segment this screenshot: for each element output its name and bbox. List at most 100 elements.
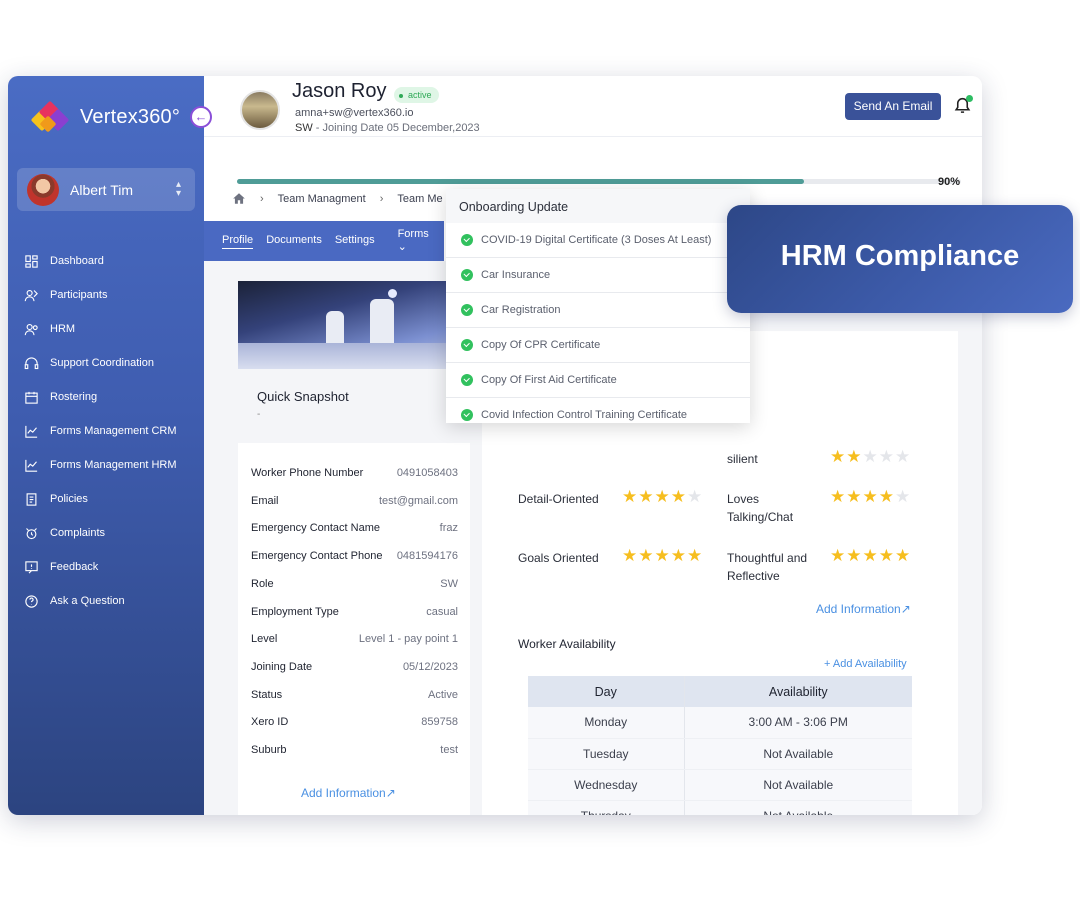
sidebar: Vertex360° Albert Tim ▴ ▾ Dashboard Partic… — [8, 76, 204, 815]
info-value: test@gmail.com — [378, 494, 458, 507]
info-key: Worker Phone Number — [251, 467, 364, 479]
star-icon[interactable]: ★ — [655, 546, 671, 565]
user-switcher[interactable]: Albert Tim ▴ ▾ — [17, 168, 195, 211]
info-value: 0491058403 — [396, 467, 458, 479]
star-icon[interactable]: ★ — [895, 487, 911, 506]
availability-cell: Not Available — [684, 769, 912, 801]
sidebar-item-feedback[interactable]: Feedback — [23, 550, 177, 584]
star-icon[interactable]: ★ — [895, 447, 911, 466]
star-icon[interactable]: ★ — [879, 487, 895, 506]
trait-label-line: Reflective — [727, 569, 780, 583]
sidebar-item-label: Participants — [50, 289, 108, 301]
star-icon[interactable]: ★ — [863, 447, 879, 466]
tab-documents[interactable]: Documents — [266, 234, 322, 248]
dropdown-title: Onboarding Update — [446, 189, 750, 223]
sidebar-item-rostering[interactable]: Rostering — [23, 380, 177, 414]
sidebar-item-ask-a-question[interactable]: Ask a Question — [23, 584, 177, 618]
star-icon[interactable]: ★ — [846, 546, 862, 565]
sidebar-item-policies[interactable]: Policies — [23, 482, 177, 516]
sidebar-item-dashboard[interactable]: Dashboard — [23, 244, 177, 278]
add-availability-button[interactable]: + Add Availability — [824, 658, 907, 670]
star-icon[interactable]: ★ — [879, 546, 895, 565]
info-key: Suburb — [251, 744, 287, 756]
sidebar-item-label: Dashboard — [50, 255, 104, 267]
star-icon[interactable]: ★ — [895, 546, 911, 565]
day-cell: Thursday — [528, 800, 685, 815]
info-row: Status Active — [251, 689, 458, 709]
tab-settings[interactable]: Settings — [335, 234, 375, 248]
star-icon[interactable]: ★ — [830, 546, 846, 565]
star-icon[interactable]: ★ — [863, 487, 879, 506]
tab-forms[interactable]: Forms ⌄ — [398, 228, 431, 255]
sidebar-item-label: Forms Management HRM — [50, 459, 177, 471]
availability-cell: Not Available — [684, 738, 912, 770]
sidebar-item-label: HRM — [50, 323, 76, 335]
onboarding-item-label: Car Registration — [481, 304, 561, 316]
sidebar-item-forms-management-crm[interactable]: Forms Management CRM — [23, 414, 177, 448]
sidebar-item-participants[interactable]: Participants — [23, 278, 177, 312]
star-icon[interactable]: ★ — [846, 487, 862, 506]
snapshot-header: Quick Snapshot - — [238, 369, 470, 443]
star-icon[interactable]: ★ — [638, 487, 654, 506]
calendar-icon — [23, 389, 40, 406]
notification-bell-icon[interactable] — [953, 95, 973, 117]
trait-label-line: Thoughtful and — [727, 551, 808, 565]
tab-profile[interactable]: Profile — [222, 234, 254, 249]
onboarding-item[interactable]: Car Registration — [446, 293, 750, 328]
onboarding-item-label: COVID-19 Digital Certificate (3 Doses At… — [481, 234, 712, 246]
user-name: Albert Tim — [70, 181, 134, 198]
feedback-icon — [23, 559, 40, 576]
info-value: Active — [428, 688, 458, 701]
info-value: fraz — [439, 522, 458, 535]
info-key: Xero ID — [251, 716, 289, 729]
sidebar-item-label: Complaints — [50, 527, 106, 539]
check-circle-icon — [461, 304, 473, 316]
onboarding-item[interactable]: Copy Of First Aid Certificate — [446, 363, 750, 398]
info-row: Email test@gmail.com — [251, 495, 458, 515]
star-icon[interactable]: ★ — [863, 546, 879, 565]
info-key: Emergency Contact Name — [251, 522, 380, 535]
onboarding-item[interactable]: Copy Of CPR Certificate — [446, 328, 750, 363]
column-header: Availability — [684, 676, 912, 707]
onboarding-item-label: Covid Infection Control Training Certifi… — [481, 409, 688, 421]
info-row: Joining Date 05/12/2023 — [251, 661, 458, 681]
onboarding-item[interactable]: Car Insurance — [446, 258, 750, 293]
star-icon[interactable]: ★ — [879, 447, 895, 466]
collapse-sidebar-button[interactable]: ← — [190, 106, 212, 128]
star-icon[interactable]: ★ — [671, 487, 687, 506]
home-icon[interactable] — [232, 192, 246, 205]
star-icon[interactable]: ★ — [830, 447, 846, 466]
info-row: Suburb test — [251, 744, 458, 764]
add-information-link[interactable]: Add Information↗ — [301, 786, 396, 800]
logo[interactable]: Vertex360° — [30, 98, 180, 136]
check-circle-icon — [461, 409, 473, 421]
star-icon[interactable]: ★ — [846, 447, 862, 466]
onboarding-update-dropdown: Onboarding Update COVID-19 Digital Certi… — [446, 189, 750, 423]
breadcrumb-item[interactable]: Team Managment — [278, 193, 366, 205]
info-row: Worker Phone Number 0491058403 — [251, 467, 458, 487]
star-icon[interactable]: ★ — [830, 487, 846, 506]
breadcrumb-item[interactable]: Team Me — [397, 193, 442, 205]
availability-cell: 3:00 AM - 3:06 PM — [684, 707, 912, 739]
info-key: Email — [251, 494, 279, 507]
header-divider — [204, 136, 982, 137]
info-row: Employment Type casual — [251, 606, 458, 626]
onboarding-item[interactable]: Covid Infection Control Training Certifi… — [446, 398, 750, 423]
cover-image — [238, 281, 470, 369]
star-icon[interactable]: ★ — [671, 546, 687, 565]
sidebar-item-hrm[interactable]: HRM — [23, 312, 177, 346]
send-email-button[interactable]: Send An Email — [845, 93, 941, 120]
onboarding-item[interactable]: COVID-19 Digital Certificate (3 Doses At… — [446, 223, 750, 258]
star-icon[interactable]: ★ — [638, 546, 654, 565]
star-icon[interactable]: ★ — [622, 487, 638, 506]
star-icon[interactable]: ★ — [622, 546, 638, 565]
info-value: 05/12/2023 — [402, 660, 458, 673]
star-icon[interactable]: ★ — [687, 487, 703, 506]
sidebar-item-complaints[interactable]: Complaints — [23, 516, 177, 550]
check-circle-icon — [461, 269, 473, 281]
star-icon[interactable]: ★ — [687, 546, 703, 565]
add-information-link[interactable]: Add Information↗ — [816, 602, 911, 616]
sidebar-item-forms-management-hrm[interactable]: Forms Management HRM — [23, 448, 177, 482]
star-icon[interactable]: ★ — [655, 487, 671, 506]
sidebar-item-support-coordination[interactable]: Support Coordination — [23, 346, 177, 380]
